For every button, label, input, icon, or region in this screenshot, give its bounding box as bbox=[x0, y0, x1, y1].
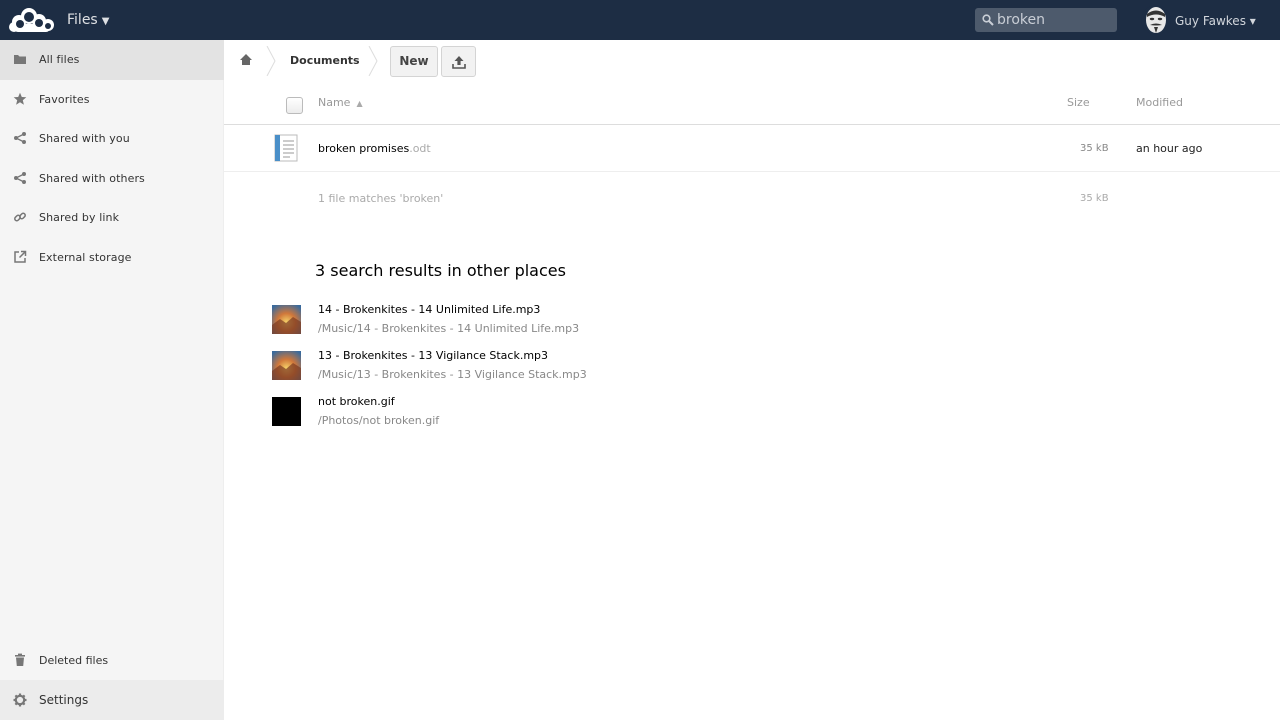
table-row[interactable]: broken promises.odt 35 kB an hour ago bbox=[224, 125, 1280, 172]
image-thumbnail bbox=[272, 397, 301, 426]
gear-icon bbox=[13, 693, 27, 707]
breadcrumb-separator bbox=[368, 46, 378, 76]
sidebar-item-favorites[interactable]: Favorites bbox=[0, 80, 224, 120]
new-button[interactable]: New bbox=[390, 46, 438, 77]
sidebar-item-label: Deleted files bbox=[39, 654, 109, 667]
app-name: Files bbox=[67, 12, 98, 28]
sidebar-item-label: All files bbox=[39, 53, 80, 66]
sidebar-item-shared-with-you[interactable]: Shared with you bbox=[0, 119, 224, 159]
sidebar: All files Favorites Shared with you Shar… bbox=[0, 40, 224, 720]
search-icon bbox=[982, 14, 994, 26]
sidebar-item-external-storage[interactable]: External storage bbox=[0, 238, 224, 278]
sidebar-item-label: Shared with others bbox=[39, 172, 145, 185]
modified-column-header[interactable]: Modified bbox=[1136, 96, 1183, 109]
external-icon bbox=[14, 250, 27, 263]
search-result-item[interactable]: 13 - Brokenkites - 13 Vigilance Stack.mp… bbox=[272, 347, 872, 387]
result-path: /Photos/not broken.gif bbox=[318, 414, 440, 427]
trash-icon bbox=[15, 653, 25, 666]
name-column-label: Name bbox=[318, 96, 351, 109]
name-column-header[interactable]: Name ▲ bbox=[318, 96, 363, 109]
breadcrumb-separator bbox=[266, 46, 276, 76]
sidebar-item-all-files[interactable]: All files bbox=[0, 40, 224, 80]
result-name: 14 - Brokenkites - 14 Unlimited Life.mp3 bbox=[318, 303, 541, 316]
size-column-header[interactable]: Size bbox=[1067, 96, 1090, 109]
file-modified: an hour ago bbox=[1136, 142, 1203, 155]
breadcrumb-documents[interactable]: Documents bbox=[290, 54, 360, 67]
upload-icon bbox=[452, 56, 466, 69]
sidebar-item-shared-by-link[interactable]: Shared by link bbox=[0, 198, 224, 238]
sidebar-item-shared-with-others[interactable]: Shared with others bbox=[0, 159, 224, 199]
file-extension: .odt bbox=[409, 142, 431, 155]
result-path: /Music/13 - Brokenkites - 13 Vigilance S… bbox=[318, 368, 587, 381]
album-art-thumbnail bbox=[272, 351, 301, 380]
sidebar-item-label: Shared by link bbox=[39, 211, 120, 224]
app-menu-button[interactable]: Files ▼ bbox=[67, 12, 109, 28]
settings-button[interactable]: Settings bbox=[0, 680, 224, 720]
search-box[interactable] bbox=[975, 8, 1117, 32]
sidebar-item-label: Favorites bbox=[39, 93, 90, 106]
home-icon[interactable] bbox=[239, 53, 253, 67]
caret-down-icon: ▼ bbox=[101, 16, 110, 27]
search-result-item[interactable]: not broken.gif /Photos/not broken.gif bbox=[272, 393, 872, 433]
text-document-icon bbox=[274, 134, 298, 162]
other-results-title: 3 search results in other places bbox=[315, 261, 566, 280]
sidebar-item-label: Shared with you bbox=[39, 132, 130, 145]
file-summary: 1 file matches 'broken' bbox=[318, 192, 444, 205]
album-art-thumbnail bbox=[272, 305, 301, 334]
file-size: 35 kB bbox=[1080, 143, 1109, 154]
sort-ascending-icon: ▲ bbox=[356, 99, 363, 108]
avatar bbox=[1141, 5, 1171, 35]
star-icon bbox=[13, 92, 27, 105]
select-all-checkbox[interactable] bbox=[286, 97, 303, 114]
share-icon bbox=[14, 132, 26, 144]
summary-size: 35 kB bbox=[1080, 193, 1109, 204]
folder-icon bbox=[14, 55, 26, 64]
file-name[interactable]: broken promises.odt bbox=[318, 142, 431, 155]
file-table-header: Name ▲ Size Modified bbox=[224, 84, 1280, 125]
link-icon bbox=[14, 212, 26, 222]
sidebar-item-label: External storage bbox=[39, 251, 132, 264]
user-name: Guy Fawkes ▾ bbox=[1175, 14, 1256, 28]
result-path: /Music/14 - Brokenkites - 14 Unlimited L… bbox=[318, 322, 580, 335]
search-result-item[interactable]: 14 - Brokenkites - 14 Unlimited Life.mp3… bbox=[272, 301, 872, 341]
upload-button[interactable] bbox=[441, 46, 476, 77]
owncloud-logo[interactable] bbox=[9, 5, 57, 35]
settings-label: Settings bbox=[39, 693, 89, 707]
result-name: 13 - Brokenkites - 13 Vigilance Stack.mp… bbox=[318, 349, 549, 362]
result-name: not broken.gif bbox=[318, 395, 395, 408]
file-basename: broken promises bbox=[318, 142, 410, 155]
search-input[interactable] bbox=[997, 10, 1113, 30]
top-header: Files▼ Guy Fawkes ▾ bbox=[0, 0, 1280, 40]
sidebar-item-deleted-files[interactable]: Deleted files bbox=[0, 640, 224, 680]
share-icon bbox=[14, 172, 26, 184]
